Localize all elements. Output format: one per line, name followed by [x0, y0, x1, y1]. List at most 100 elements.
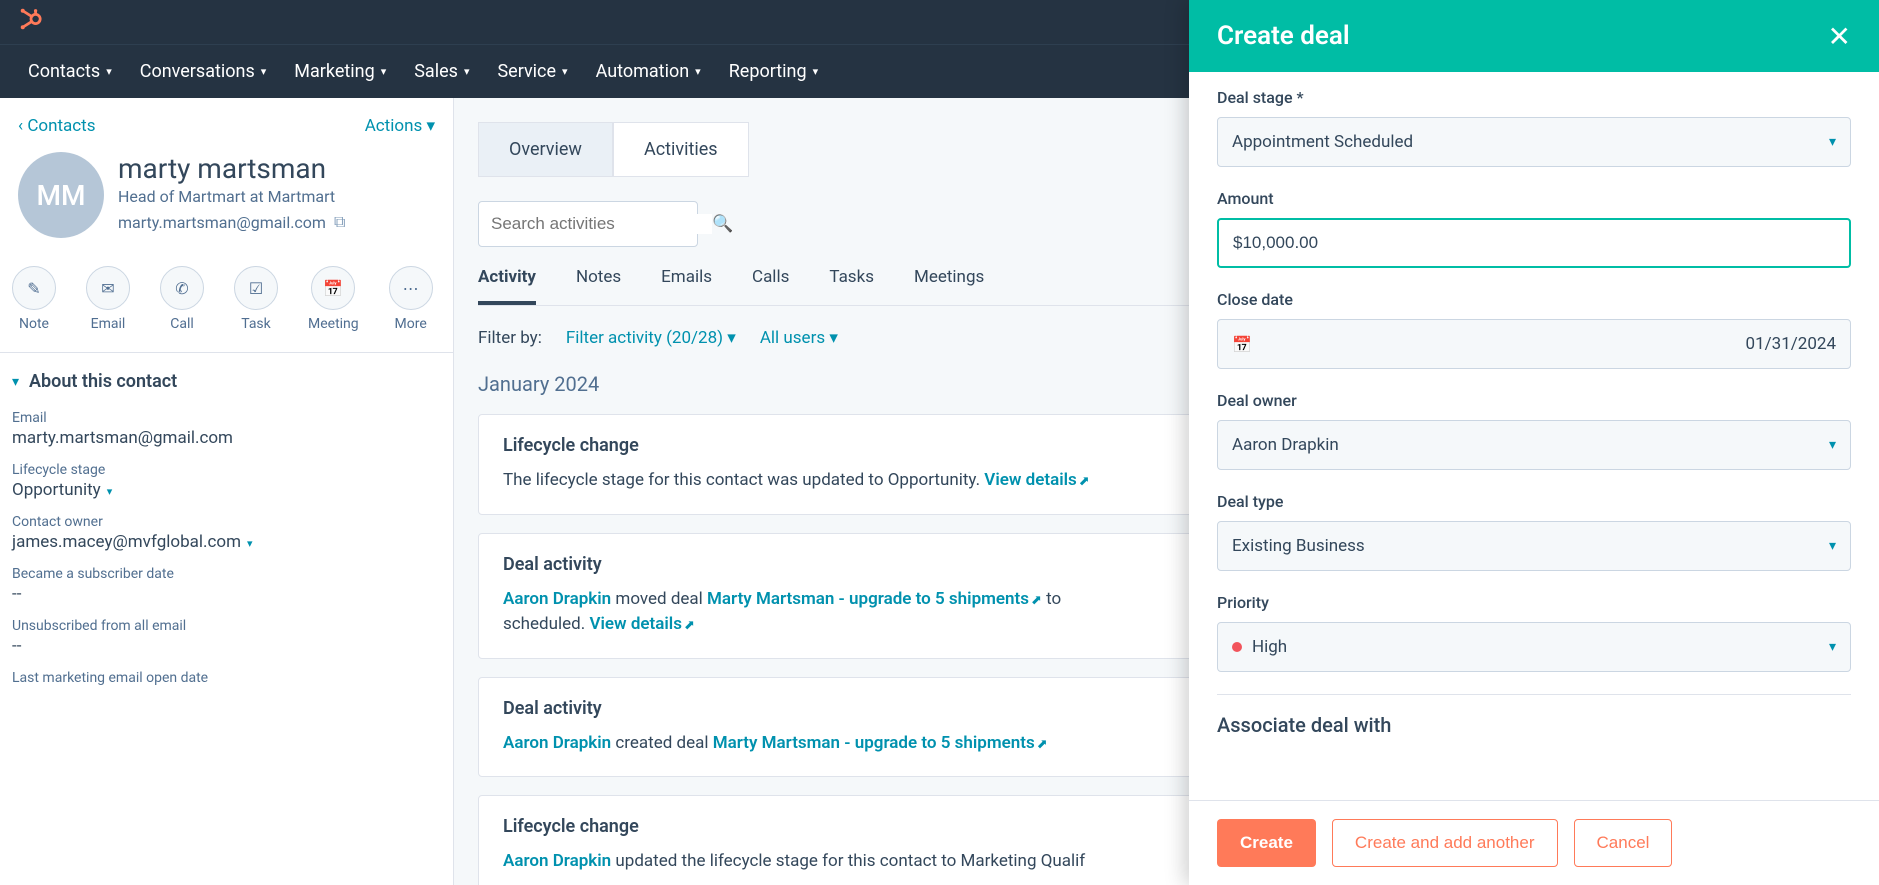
subtab-activity[interactable]: Activity — [478, 267, 536, 305]
tab-activities[interactable]: Activities — [613, 122, 749, 177]
tab-overview[interactable]: Overview — [478, 122, 613, 177]
view-details-link[interactable]: View details — [984, 470, 1077, 490]
chevron-down-icon: ▾ — [464, 65, 470, 78]
subtab-tasks[interactable]: Tasks — [829, 267, 874, 305]
task-button[interactable]: ☑Task — [234, 266, 278, 332]
chevron-down-icon: ▾ — [261, 65, 267, 78]
hubspot-logo-icon[interactable] — [20, 8, 42, 36]
unsubscribed-value: -- — [12, 636, 441, 656]
amount-label: Amount — [1217, 189, 1851, 208]
nav-conversations[interactable]: Conversations▾ — [140, 61, 267, 82]
priority-dot-icon — [1232, 642, 1242, 652]
chevron-down-icon: ▾ — [1829, 639, 1836, 655]
subtab-meetings[interactable]: Meetings — [914, 267, 984, 305]
view-details-link[interactable]: View details — [589, 614, 682, 634]
close-date-label: Close date — [1217, 290, 1851, 309]
external-link-icon: ⬈ — [1037, 737, 1048, 752]
subtab-calls[interactable]: Calls — [752, 267, 789, 305]
create-another-button[interactable]: Create and add another — [1332, 819, 1558, 867]
email-button[interactable]: ✉Email — [86, 266, 130, 332]
nav-automation[interactable]: Automation▾ — [596, 61, 701, 82]
search-activities[interactable]: 🔍 — [478, 201, 698, 247]
deal-owner-select[interactable]: Aaron Drapkin▾ — [1217, 420, 1851, 470]
deal-stage-label: Deal stage * — [1217, 88, 1851, 107]
chevron-down-icon: ▾ — [562, 65, 568, 78]
chevron-down-icon: ▾ — [106, 65, 112, 78]
chevron-left-icon: ‹ — [18, 116, 27, 136]
contact-owner-label: Contact owner — [12, 514, 441, 530]
card-title: Deal activity — [503, 698, 602, 719]
deal-link[interactable]: Marty Martsman - upgrade to 5 shipments — [707, 589, 1029, 609]
back-link[interactable]: ‹ Contacts — [18, 116, 96, 136]
contact-name: marty martsman — [118, 152, 345, 185]
subtab-notes[interactable]: Notes — [576, 267, 621, 305]
chevron-down-icon: ▾ — [107, 485, 113, 498]
create-deal-panel: Create deal ✕ Deal stage * Appointment S… — [1189, 0, 1879, 885]
deal-stage-select[interactable]: Appointment Scheduled▾ — [1217, 117, 1851, 167]
external-link-icon: ⬈ — [684, 618, 695, 633]
about-section-header[interactable]: ▾ About this contact — [0, 352, 453, 404]
more-button[interactable]: ⋯More — [389, 266, 433, 332]
card-title: Lifecycle change — [503, 435, 639, 456]
deal-owner-label: Deal owner — [1217, 391, 1851, 410]
actor-link[interactable]: Aaron Drapkin — [503, 589, 611, 609]
avatar: MM — [18, 152, 104, 238]
filter-activity-dropdown[interactable]: Filter activity (20/28) ▾ — [566, 328, 736, 348]
search-icon[interactable]: 🔍 — [712, 214, 733, 234]
chevron-down-icon: ▾ — [727, 328, 736, 348]
nav-reporting[interactable]: Reporting▾ — [729, 61, 818, 82]
chevron-down-icon: ▾ — [1829, 538, 1836, 554]
contact-sidebar: ‹ Contacts Actions ▾ MM marty martsman H… — [0, 98, 454, 885]
subtab-emails[interactable]: Emails — [661, 267, 712, 305]
amount-input[interactable] — [1217, 218, 1851, 268]
envelope-icon: ✉ — [86, 266, 130, 310]
cancel-button[interactable]: Cancel — [1574, 819, 1673, 867]
subscriber-date-value: -- — [12, 584, 441, 604]
amount-field[interactable] — [1233, 233, 1835, 253]
ellipsis-icon: ⋯ — [389, 266, 433, 310]
meeting-button[interactable]: 📅Meeting — [308, 266, 359, 332]
chevron-down-icon: ▾ — [813, 65, 819, 78]
chevron-down-icon: ▾ — [1829, 134, 1836, 150]
close-date-input[interactable]: 📅01/31/2024 — [1217, 319, 1851, 369]
chevron-down-icon: ▾ — [695, 65, 701, 78]
external-link-icon: ⬈ — [1031, 593, 1042, 608]
unsubscribed-label: Unsubscribed from all email — [12, 618, 441, 634]
note-button[interactable]: ✎Note — [12, 266, 56, 332]
create-button[interactable]: Create — [1217, 819, 1316, 867]
calendar-icon: 📅 — [1232, 335, 1252, 354]
subscriber-date-label: Became a subscriber date — [12, 566, 441, 582]
close-icon[interactable]: ✕ — [1828, 20, 1851, 53]
external-link-icon: ⬈ — [1079, 474, 1090, 489]
calendar-icon: 📅 — [311, 266, 355, 310]
last-open-label: Last marketing email open date — [12, 670, 441, 686]
phone-icon: ✆ — [160, 266, 204, 310]
nav-sales[interactable]: Sales▾ — [414, 61, 469, 82]
filter-users-dropdown[interactable]: All users ▾ — [760, 328, 838, 348]
call-button[interactable]: ✆Call — [160, 266, 204, 332]
nav-contacts[interactable]: Contacts▾ — [28, 61, 112, 82]
email-label: Email — [12, 410, 441, 426]
actions-dropdown[interactable]: Actions ▾ — [365, 116, 435, 136]
contact-subtitle: Head of Martmart at Martmart — [118, 187, 345, 206]
actor-link[interactable]: Aaron Drapkin — [503, 733, 611, 753]
contact-owner-select[interactable]: james.macey@mvfglobal.com▾ — [12, 532, 441, 552]
quick-actions: ✎Note ✉Email ✆Call ☑Task 📅Meeting ⋯More — [0, 246, 453, 352]
nav-marketing[interactable]: Marketing▾ — [294, 61, 386, 82]
nav-service[interactable]: Service▾ — [497, 61, 567, 82]
search-input[interactable] — [491, 214, 712, 234]
actor-link[interactable]: Aaron Drapkin — [503, 851, 611, 871]
chevron-down-icon: ▾ — [829, 328, 838, 348]
contact-email: marty.martsman@gmail.com ⧉ — [118, 212, 345, 232]
copy-icon[interactable]: ⧉ — [334, 212, 345, 232]
priority-select[interactable]: High▾ — [1217, 622, 1851, 672]
deal-link[interactable]: Marty Martsman - upgrade to 5 shipments — [713, 733, 1035, 753]
checkbox-icon: ☑ — [234, 266, 278, 310]
priority-label: Priority — [1217, 593, 1851, 612]
deal-type-select[interactable]: Existing Business▾ — [1217, 521, 1851, 571]
card-title: Lifecycle change — [503, 816, 639, 837]
associate-header: Associate deal with — [1217, 713, 1851, 737]
lifecycle-stage-select[interactable]: Opportunity▾ — [12, 480, 441, 500]
chevron-down-icon: ▾ — [12, 374, 19, 390]
divider — [1217, 694, 1851, 695]
